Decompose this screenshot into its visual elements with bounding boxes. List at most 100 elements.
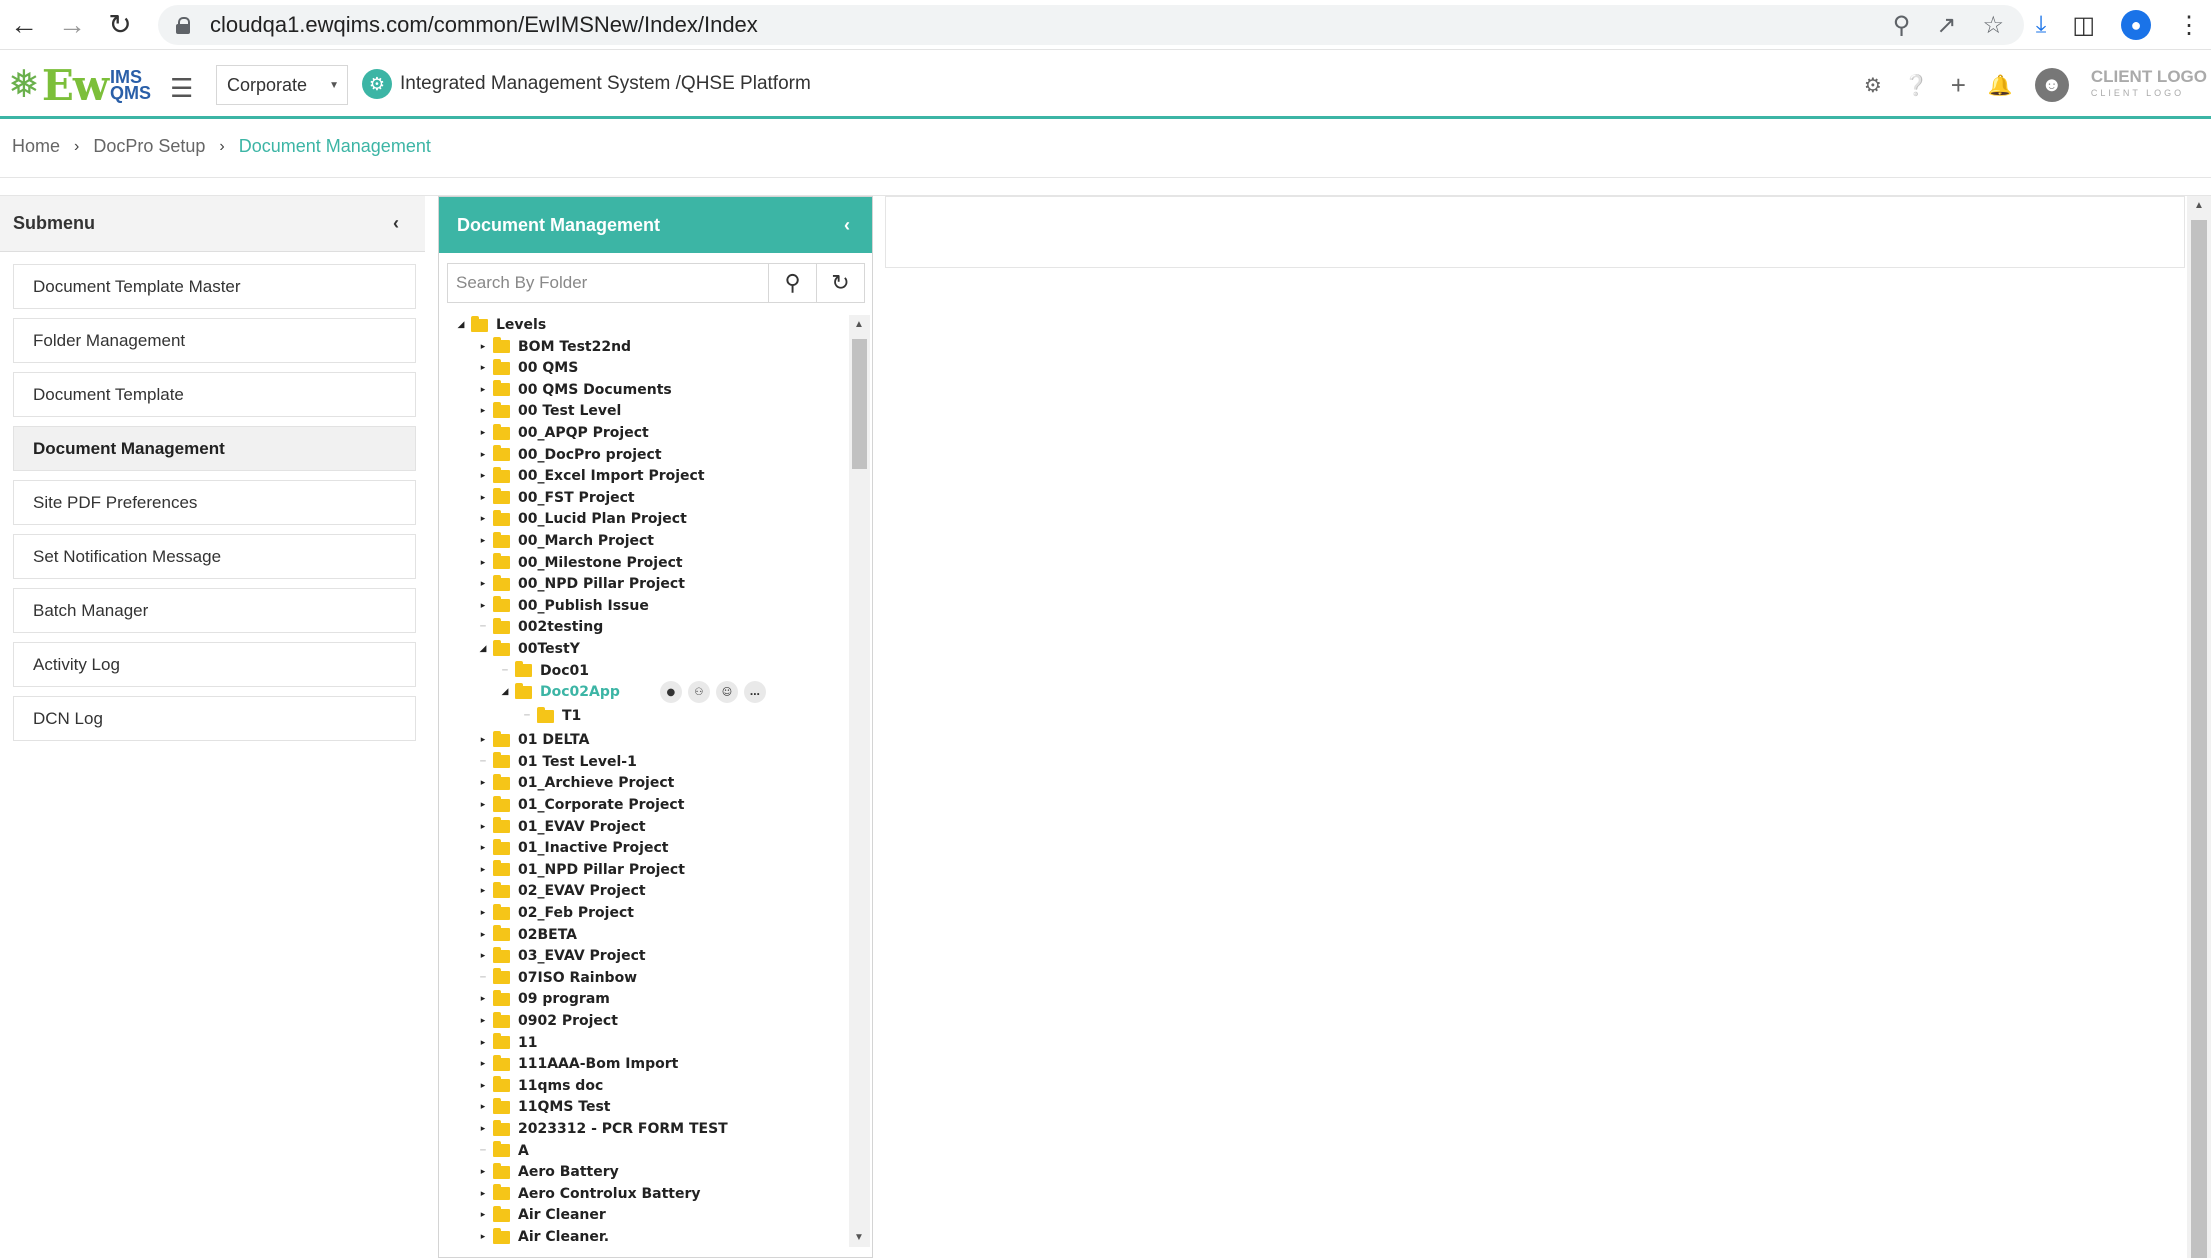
scrollbar-thumb[interactable] xyxy=(2191,220,2207,1258)
tree-node[interactable]: ◢ Doc02App ● ⚇ ☺… xyxy=(499,681,766,704)
expand-closed-icon[interactable]: ▸ xyxy=(477,1081,489,1091)
expand-closed-icon[interactable]: ▸ xyxy=(477,800,489,810)
submenu-item[interactable]: Set Notification Message xyxy=(13,534,416,579)
forward-icon[interactable]: → xyxy=(48,1,96,49)
expand-closed-icon[interactable]: ▸ xyxy=(477,406,489,416)
tree-node[interactable]: ▸ BOM Test22nd xyxy=(477,337,631,357)
refresh-icon[interactable]: ↻ xyxy=(816,264,864,302)
tree-node[interactable]: ▸ 00_DocPro project xyxy=(477,445,662,465)
users-icon[interactable]: ⚇ xyxy=(687,681,710,704)
tree-node[interactable]: ▸ 11qms doc xyxy=(477,1076,603,1096)
tree-node[interactable]: ▸ 00 QMS xyxy=(477,358,578,378)
scrollbar-thumb[interactable] xyxy=(852,339,867,469)
download-icon[interactable]: ⤓ xyxy=(2036,11,2047,39)
expand-closed-icon[interactable]: ▸ xyxy=(477,930,489,940)
expand-closed-icon[interactable]: ▸ xyxy=(477,1124,489,1134)
scroll-down-icon[interactable]: ▼ xyxy=(854,1232,864,1243)
submenu-item[interactable]: Document Management xyxy=(13,426,416,471)
tree-node[interactable]: ◢ Levels xyxy=(455,315,546,335)
submenu-item[interactable]: Activity Log xyxy=(13,642,416,687)
tree-node[interactable]: ▸ 01_NPD Pillar Project xyxy=(477,860,685,880)
submenu-item[interactable]: Folder Management xyxy=(13,318,416,363)
expand-closed-icon[interactable]: ▸ xyxy=(477,822,489,832)
collapse-panel-icon[interactable]: ‹ xyxy=(844,215,850,236)
collapse-submenu-icon[interactable]: ‹ xyxy=(393,213,399,234)
submenu-item[interactable]: DCN Log xyxy=(13,696,416,741)
tree-node[interactable]: ▸ 03_EVAV Project xyxy=(477,946,646,966)
tree-node[interactable]: ─ 01 Test Level-1 xyxy=(477,752,637,772)
tree-node[interactable]: ▸ 01 DELTA xyxy=(477,730,589,750)
submenu-item[interactable]: Batch Manager xyxy=(13,588,416,633)
settings-icon[interactable]: ⚙ xyxy=(1864,73,1882,98)
help-icon[interactable]: ❔ xyxy=(1904,73,1929,98)
tree-node[interactable]: ▸ 11QMS Test xyxy=(477,1097,610,1117)
tree-node[interactable]: ▸ 00_Lucid Plan Project xyxy=(477,509,687,529)
menu-dots-icon[interactable]: ⋮ xyxy=(2177,11,2201,40)
breadcrumb-home[interactable]: Home xyxy=(12,136,60,157)
tree-node[interactable]: ─ A xyxy=(477,1141,529,1161)
address-bar[interactable]: cloudqa1.ewqims.com/common/EwIMSNew/Inde… xyxy=(158,5,2024,45)
tree-scrollbar[interactable]: ▲ ▼ xyxy=(849,315,870,1247)
user-icon[interactable]: ☺ xyxy=(715,681,738,704)
tree-node[interactable]: ▸ 00_Excel Import Project xyxy=(477,466,705,486)
expand-closed-icon[interactable]: ▸ xyxy=(477,1016,489,1026)
side-panel-icon[interactable]: ◫ xyxy=(2072,11,2095,40)
tree-node[interactable]: ▸ 0902 Project xyxy=(477,1011,618,1031)
tree-node[interactable]: ▸ 01_Archieve Project xyxy=(477,773,674,793)
more-icon[interactable]: … xyxy=(743,681,766,704)
tree-node[interactable]: ▸ 111AAA-Bom Import xyxy=(477,1054,678,1074)
tree-node[interactable]: ▸ 02_EVAV Project xyxy=(477,881,646,901)
expand-closed-icon[interactable]: ▸ xyxy=(477,1059,489,1069)
expand-closed-icon[interactable]: ▸ xyxy=(477,450,489,460)
expand-closed-icon[interactable]: ▸ xyxy=(477,994,489,1004)
tree-node[interactable]: ▸ Aero Battery xyxy=(477,1162,619,1182)
submenu-item[interactable]: Document Template Master xyxy=(13,264,416,309)
expand-closed-icon[interactable]: ▸ xyxy=(477,1167,489,1177)
expand-closed-icon[interactable]: ▸ xyxy=(477,735,489,745)
expand-closed-icon[interactable]: ▸ xyxy=(477,1038,489,1048)
folder-search-input[interactable] xyxy=(448,264,768,302)
expand-open-icon[interactable]: ◢ xyxy=(455,320,467,330)
expand-open-icon[interactable]: ◢ xyxy=(499,687,511,697)
expand-closed-icon[interactable]: ▸ xyxy=(477,601,489,611)
expand-closed-icon[interactable]: ▸ xyxy=(477,908,489,918)
user-avatar[interactable]: ☻ xyxy=(2034,68,2069,102)
breadcrumb-docpro-setup[interactable]: DocPro Setup xyxy=(93,136,205,157)
scroll-up-icon[interactable]: ▲ xyxy=(854,319,864,330)
tree-node[interactable]: ▸ 02BETA xyxy=(477,925,577,945)
expand-closed-icon[interactable]: ▸ xyxy=(477,493,489,503)
tree-node[interactable]: ▸ Aero Controlux Battery xyxy=(477,1184,701,1204)
tree-node[interactable]: ▸ 01_Corporate Project xyxy=(477,795,684,815)
add-icon[interactable]: + xyxy=(1951,70,1966,101)
tree-node[interactable]: ─ Doc01 xyxy=(499,661,589,681)
expand-closed-icon[interactable]: ▸ xyxy=(477,342,489,352)
tree-node[interactable]: ▸ 00_March Project xyxy=(477,531,654,551)
zoom-icon[interactable]: ⚲ xyxy=(1893,11,1911,40)
submenu-item[interactable]: Document Template xyxy=(13,372,416,417)
expand-closed-icon[interactable]: ▸ xyxy=(477,1210,489,1220)
globe-icon[interactable]: ● xyxy=(659,681,682,704)
tree-node[interactable]: ▸ 2023312 - PCR FORM TEST xyxy=(477,1119,728,1139)
tree-node[interactable]: ─ 002testing xyxy=(477,617,603,637)
expand-closed-icon[interactable]: ▸ xyxy=(477,385,489,395)
star-icon[interactable]: ☆ xyxy=(1982,11,2004,40)
expand-closed-icon[interactable]: ▸ xyxy=(477,536,489,546)
tree-node[interactable]: ▸ 02_Feb Project xyxy=(477,903,634,923)
expand-closed-icon[interactable]: ▸ xyxy=(477,1232,489,1242)
submenu-item[interactable]: Site PDF Preferences xyxy=(13,480,416,525)
tree-node[interactable]: ▸ 00_NPD Pillar Project xyxy=(477,574,685,594)
tree-node[interactable]: ◢ 00TestY xyxy=(477,639,580,659)
expand-closed-icon[interactable]: ▸ xyxy=(477,471,489,481)
tree-node[interactable]: ▸ 01_EVAV Project xyxy=(477,817,646,837)
expand-closed-icon[interactable]: ▸ xyxy=(477,951,489,961)
expand-closed-icon[interactable]: ▸ xyxy=(477,778,489,788)
page-scrollbar[interactable]: ▲ xyxy=(2187,196,2211,1258)
hamburger-menu-icon[interactable]: ☰ xyxy=(170,73,193,104)
tree-node[interactable]: ▸ 09 program xyxy=(477,989,610,1009)
search-icon[interactable]: ⚲ xyxy=(768,264,816,302)
expand-closed-icon[interactable]: ▸ xyxy=(477,514,489,524)
expand-closed-icon[interactable]: ▸ xyxy=(477,428,489,438)
expand-closed-icon[interactable]: ▸ xyxy=(477,1189,489,1199)
expand-closed-icon[interactable]: ▸ xyxy=(477,558,489,568)
tree-node[interactable]: ▸ Air Cleaner xyxy=(477,1205,606,1225)
